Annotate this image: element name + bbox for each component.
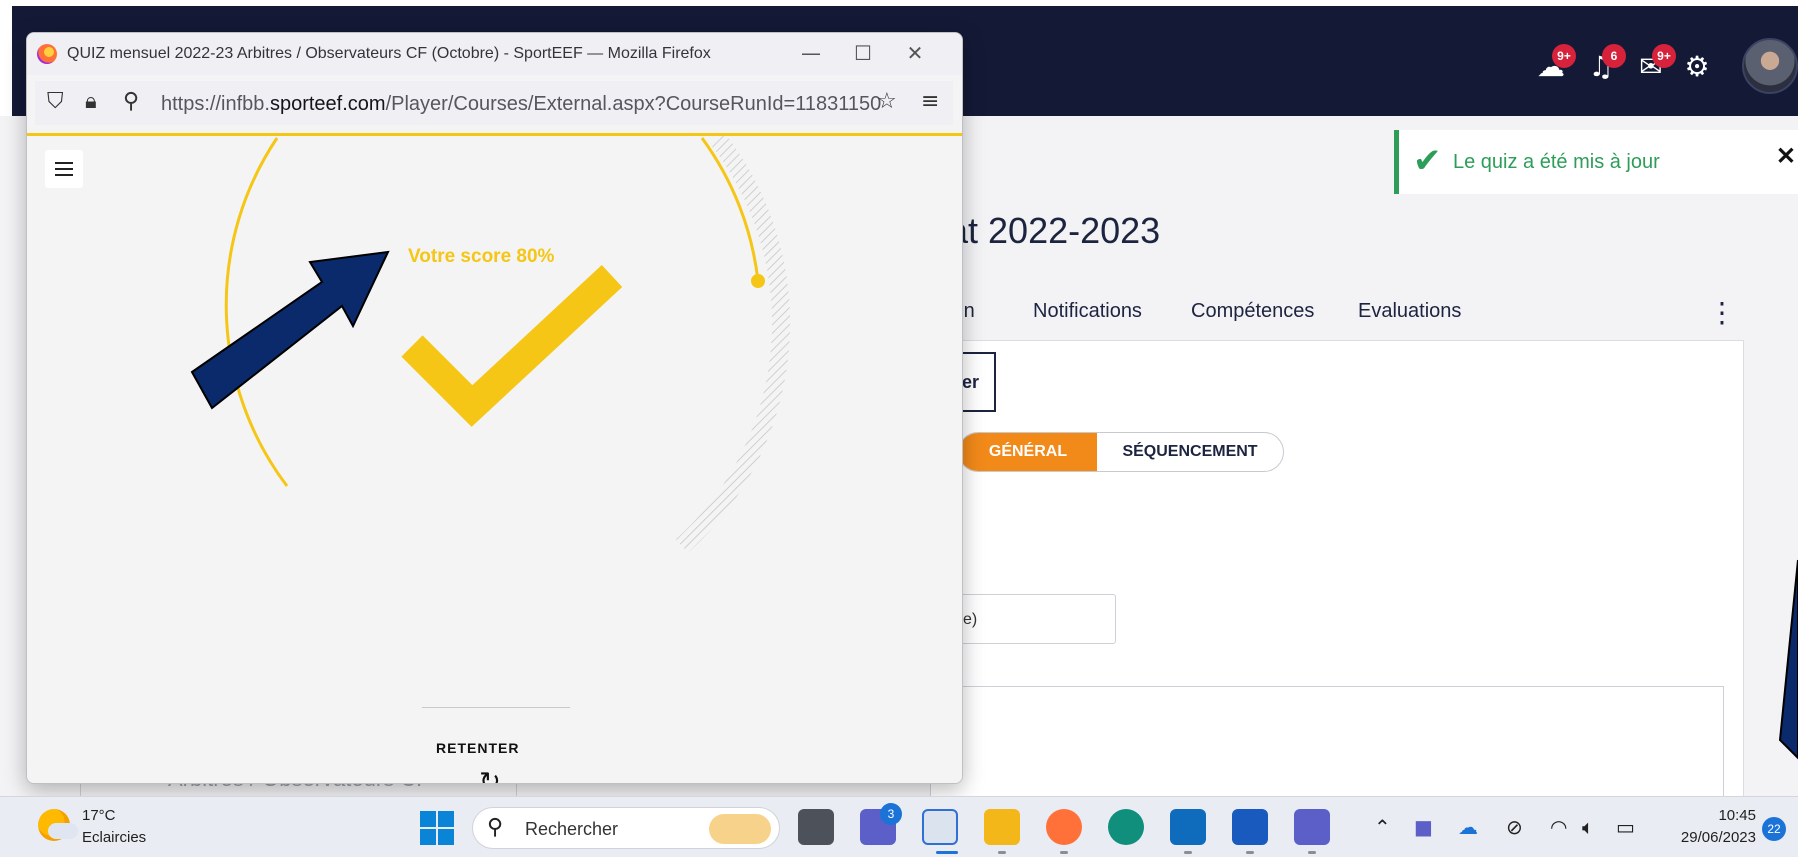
- mail-icon[interactable]: ✉ 9+: [1634, 44, 1676, 84]
- quiz-result-page: Votre score 80% RETENTER ↻: [27, 133, 962, 783]
- minimize-icon[interactable]: —: [797, 39, 825, 67]
- weather-description[interactable]: Eclaircies: [82, 829, 146, 846]
- avatar[interactable]: [1742, 38, 1798, 94]
- chat-icon[interactable]: ☁ 9+: [1534, 44, 1576, 84]
- toast-message: Le quiz a été mis à jour: [1453, 151, 1660, 173]
- score-ring: [224, 136, 791, 553]
- task-view-icon[interactable]: [798, 809, 834, 845]
- window-title: QUIZ mensuel 2022-23 Arbitres / Observat…: [67, 45, 711, 62]
- clock-time[interactable]: 10:45: [1708, 807, 1756, 824]
- score-arc-track: [675, 136, 791, 553]
- title-bar: QUIZ mensuel 2022-23 Arbitres / Observat…: [27, 33, 962, 75]
- meet-badge: 3: [880, 803, 902, 825]
- search-highlight-icon: [709, 814, 771, 844]
- search-icon: ⚲: [487, 815, 504, 840]
- score-text: Votre score 80%: [408, 246, 555, 267]
- divider: [422, 707, 570, 708]
- chevron-up-icon[interactable]: ⌃: [1374, 815, 1391, 839]
- close-icon[interactable]: ✕: [1776, 142, 1796, 171]
- shield-icon[interactable]: ⛉: [47, 89, 64, 115]
- chat-badge: 9+: [1552, 44, 1576, 68]
- start-icon[interactable]: [420, 811, 454, 845]
- clock-date[interactable]: 29/06/2023: [1660, 829, 1756, 846]
- lock-icon[interactable]: 🔒︎: [85, 89, 97, 115]
- gear-icon[interactable]: ⚙: [1680, 50, 1714, 84]
- segment-general[interactable]: GÉNÉRAL: [959, 433, 1097, 471]
- score-arc-knob: [751, 274, 765, 288]
- url-path: /Player/Courses/External.aspx?CourseRunI…: [385, 93, 882, 115]
- mail-badge: 9+: [1652, 44, 1676, 68]
- snipping-tool-icon[interactable]: [922, 809, 958, 845]
- retry-button[interactable]: RETENTER: [436, 740, 519, 756]
- more-menu-icon[interactable]: ⋮: [1708, 296, 1736, 330]
- url-field[interactable]: ⛉ 🔒︎ ⚲ https://infbb.sporteef.com/Player…: [35, 81, 905, 125]
- teams-icon[interactable]: [1294, 809, 1330, 845]
- success-toast: ✔ Le quiz a été mis à jour ✕: [1394, 130, 1798, 194]
- edge-icon[interactable]: [1108, 809, 1144, 845]
- segment-sequencement[interactable]: SÉQUENCEMENT: [1097, 433, 1283, 471]
- wifi-icon[interactable]: ◠: [1550, 815, 1567, 839]
- volume-icon[interactable]: 🔈︎: [1582, 815, 1594, 839]
- taskbar-search[interactable]: ⚲ Rechercher: [472, 807, 780, 849]
- running-indicator: [1246, 851, 1254, 854]
- taskbar: 17°C Eclaircies ⚲ Rechercher 3 ⌃ ■ ☁ ⊘ ◠…: [0, 796, 1798, 857]
- bookmark-star-icon[interactable]: ☆: [877, 89, 897, 115]
- permissions-icon[interactable]: ⚲: [123, 89, 139, 115]
- running-indicator: [1060, 851, 1068, 854]
- tab-notifications[interactable]: Notifications: [1033, 300, 1142, 323]
- active-indicator: [936, 851, 958, 854]
- firefox-window: QUIZ mensuel 2022-23 Arbitres / Observat…: [26, 32, 963, 784]
- segment-control: GÉNÉRAL SÉQUENCEMENT: [958, 432, 1284, 472]
- hamburger-menu-icon[interactable]: [45, 150, 83, 188]
- score-arc-progress: [224, 137, 289, 487]
- url-prefix: https://infbb.: [161, 93, 270, 115]
- url-domain: sporteef.com: [269, 93, 386, 115]
- maximize-icon[interactable]: ☐: [849, 39, 877, 67]
- checkmark-icon: [401, 265, 623, 427]
- notification-count-badge[interactable]: 22: [1762, 817, 1786, 841]
- firefox-icon[interactable]: [1046, 809, 1082, 845]
- screen: ☁ 9+ ♫ 6 ✉ 9+ ⚙ ✔ Le quiz a été mis à jour …: [0, 0, 1798, 857]
- file-explorer-icon[interactable]: [984, 809, 1020, 845]
- cloud-icon: [48, 823, 78, 839]
- running-indicator: [998, 851, 1006, 854]
- search-placeholder: Rechercher: [525, 819, 619, 839]
- app-menu-icon[interactable]: ≡: [921, 89, 939, 115]
- running-indicator: [1308, 851, 1316, 854]
- running-indicator: [1184, 851, 1192, 854]
- close-icon[interactable]: ✕: [901, 39, 929, 67]
- battery-icon[interactable]: ▭: [1616, 815, 1635, 839]
- url-text: https://infbb.sporteef.com/Player/Course…: [161, 93, 881, 116]
- mic-muted-icon[interactable]: ⊘: [1506, 815, 1523, 839]
- retry-icon[interactable]: ↻: [479, 768, 501, 783]
- bell-icon[interactable]: ♫ 6: [1584, 44, 1626, 84]
- word-icon[interactable]: [1232, 809, 1268, 845]
- url-bar: ⛉ 🔒︎ ⚲ https://infbb.sporteef.com/Player…: [35, 81, 953, 125]
- tab-evaluations[interactable]: Evaluations: [1358, 300, 1461, 323]
- notifications-badge: 6: [1602, 44, 1626, 68]
- firefox-logo-icon: [37, 44, 57, 64]
- teams-tray-icon[interactable]: ■: [1414, 815, 1433, 839]
- outlook-icon[interactable]: [1170, 809, 1206, 845]
- tab-competences[interactable]: Compétences: [1191, 300, 1314, 323]
- temperature[interactable]: 17°C: [82, 807, 116, 824]
- onedrive-icon[interactable]: ☁: [1458, 815, 1478, 839]
- check-icon: ✔: [1413, 141, 1442, 181]
- page-title: at 2022-2023: [948, 210, 1161, 251]
